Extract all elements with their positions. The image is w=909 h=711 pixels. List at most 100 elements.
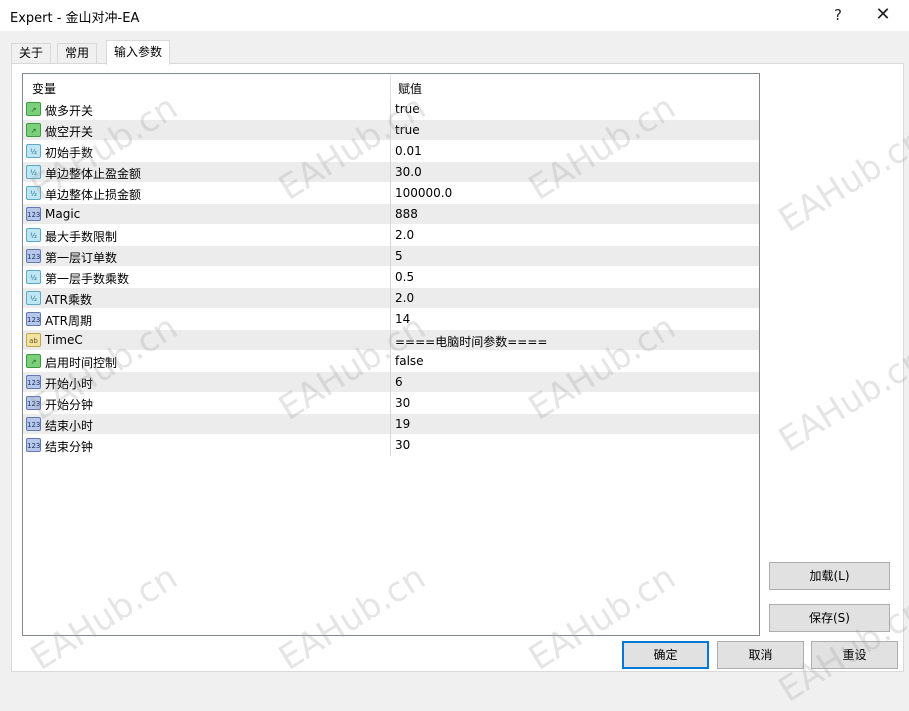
param-value[interactable]: true [395,102,420,116]
table-row[interactable]: ↗ 做多开关 true [23,99,759,120]
ok-button[interactable]: 确定 [622,641,709,669]
load-button[interactable]: 加载(L) [769,562,890,590]
param-type-int-icon: 123 [26,249,41,263]
param-name: TimeC [45,333,83,347]
param-type-dbl-icon: ½ [26,186,41,200]
save-button[interactable]: 保存(S) [769,604,890,632]
param-value[interactable]: false [395,354,424,368]
param-value[interactable]: 30.0 [395,165,422,179]
cell-divider [390,435,391,456]
table-row[interactable]: 123 Magic 888 [23,204,759,225]
column-divider[interactable] [390,74,391,99]
param-value[interactable]: 14 [395,312,410,326]
param-type-int-icon: 123 [26,417,41,431]
cell-divider [390,330,391,351]
param-value[interactable]: 6 [395,375,403,389]
table-row[interactable]: ½ 第一层手数乘数 0.5 [23,267,759,288]
tab-inputs[interactable]: 输入参数 [106,40,171,65]
param-value[interactable]: 30 [395,396,410,410]
table-row[interactable]: 123 第一层订单数 5 [23,246,759,267]
param-name: 开始分钟 [45,398,94,412]
param-name: ATR周期 [45,314,92,328]
cell-divider [390,393,391,414]
reset-button[interactable]: 重设 [811,641,898,669]
param-type-bool-icon: ↗ [26,102,41,116]
cell-divider [390,372,391,393]
param-value[interactable]: 888 [395,207,418,221]
cell-divider [390,99,391,120]
table-row[interactable]: 123 结束分钟 30 [23,435,759,456]
column-header-variable[interactable]: 变量 [32,80,56,97]
cell-divider [390,162,391,183]
param-type-dbl-icon: ½ [26,228,41,242]
param-value[interactable]: true [395,123,420,137]
cell-divider [390,141,391,162]
cell-divider [390,309,391,330]
table-row[interactable]: ½ 单边整体止盈金额 30.0 [23,162,759,183]
param-type-dbl-icon: ½ [26,270,41,284]
tab-about[interactable]: 关于 [11,43,52,64]
param-value[interactable]: 0.01 [395,144,422,158]
cancel-button[interactable]: 取消 [717,641,804,669]
help-button[interactable]: ? [816,0,860,31]
table-row[interactable]: ½ 单边整体止损金额 100000.0 [23,183,759,204]
param-type-bool-icon: ↗ [26,354,41,368]
param-name: 做多开关 [45,104,94,118]
param-value[interactable]: 0.5 [395,270,414,284]
cell-divider [390,204,391,225]
table-row[interactable]: ½ 最大手数限制 2.0 [23,225,759,246]
table-row[interactable]: ↗ 做空开关 true [23,120,759,141]
param-name: ATR乘数 [45,293,92,307]
param-name: 结束小时 [45,419,94,433]
parameters-grid[interactable]: 变量 赋值 ↗ 做多开关 true ↗ 做空开关 true ½ 初始手数 0.01 ½ 单边整体止盈… [22,73,760,636]
table-row[interactable]: ab TimeC ====电脑时间参数==== [23,330,759,351]
param-type-int-icon: 123 [26,312,41,326]
param-value[interactable]: 2.0 [395,291,414,305]
param-value[interactable]: 30 [395,438,410,452]
tab-common[interactable]: 常用 [57,43,98,64]
title-bar: Expert - 金山对冲-EA ? ✕ [0,0,909,31]
window-title: Expert - 金山对冲-EA [10,11,140,26]
table-row[interactable]: 123 结束小时 19 [23,414,759,435]
cell-divider [390,246,391,267]
param-name: 开始小时 [45,377,94,391]
param-name: Magic [45,207,81,221]
param-name: 启用时间控制 [45,356,118,370]
param-name: 第一层手数乘数 [45,272,130,286]
table-row[interactable]: ½ ATR乘数 2.0 [23,288,759,309]
param-type-int-icon: 123 [26,207,41,221]
table-row[interactable]: 123 开始小时 6 [23,372,759,393]
param-name: 做空开关 [45,125,94,139]
param-value[interactable]: 19 [395,417,410,431]
cell-divider [390,267,391,288]
param-type-int-icon: 123 [26,438,41,452]
param-name: 单边整体止损金额 [45,188,142,202]
table-row[interactable]: ½ 初始手数 0.01 [23,141,759,162]
param-type-bool-icon: ↗ [26,123,41,137]
cell-divider [390,120,391,141]
param-name: 结束分钟 [45,440,94,454]
cell-divider [390,225,391,246]
table-row[interactable]: ↗ 启用时间控制 false [23,351,759,372]
param-value[interactable]: 100000.0 [395,186,452,200]
param-type-dbl-icon: ½ [26,165,41,179]
cell-divider [390,351,391,372]
table-row[interactable]: 123 ATR周期 14 [23,309,759,330]
column-header-value[interactable]: 赋值 [398,80,422,97]
param-type-int-icon: 123 [26,396,41,410]
param-value[interactable]: ====电脑时间参数==== [395,333,547,350]
param-name: 初始手数 [45,146,94,160]
param-value[interactable]: 5 [395,249,403,263]
close-button[interactable]: ✕ [861,0,905,31]
table-row[interactable]: 123 开始分钟 30 [23,393,759,414]
param-type-int-icon: 123 [26,375,41,389]
cell-divider [390,183,391,204]
cell-divider [390,414,391,435]
param-value[interactable]: 2.0 [395,228,414,242]
grid-rows: ↗ 做多开关 true ↗ 做空开关 true ½ 初始手数 0.01 ½ 单边整体止盈金额 30.0… [23,99,759,456]
param-type-dbl-icon: ½ [26,144,41,158]
param-name: 单边整体止盈金额 [45,167,142,181]
param-name: 最大手数限制 [45,230,118,244]
param-type-dbl-icon: ½ [26,291,41,305]
grid-header: 变量 赋值 [23,74,759,99]
